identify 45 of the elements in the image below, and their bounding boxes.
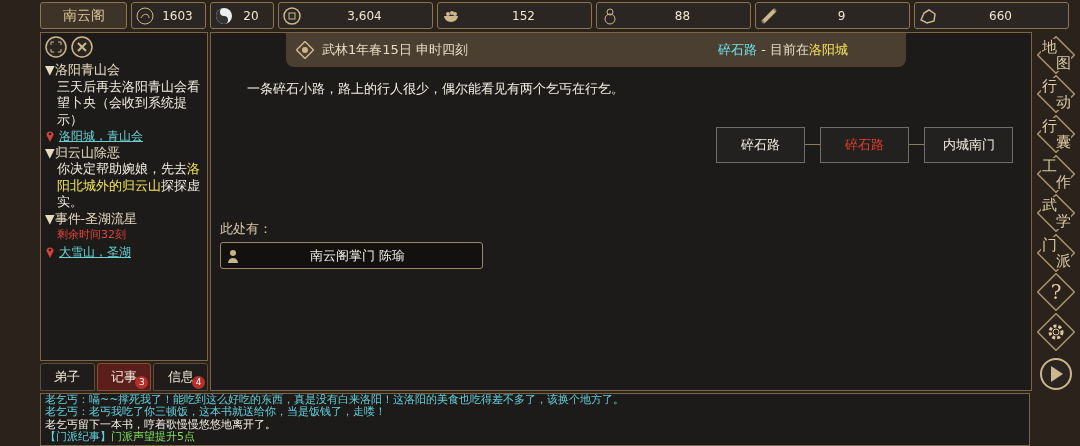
pin-icon [45,129,55,144]
log-line: 老乞丐留下一本书，哼着歌慢慢悠悠地离开了。 [45,418,277,431]
quest-title[interactable]: ▼归云山除恶 [45,144,207,161]
stat-value: 9 [836,7,847,25]
location-link[interactable]: 大雪山，圣湖 [59,243,131,260]
location-text: 碎石路 - 目前在洛阳城 [718,41,848,60]
npc-name: 南云阁掌门 陈瑜 [308,246,407,265]
person-icon [227,248,239,263]
npc-button[interactable]: 南云阁掌门 陈瑜 [220,242,483,269]
scroll-icon [760,6,778,25]
map-node[interactable]: 内城南门 [924,126,1013,163]
time-remaining: 剩余时间32刻 [56,227,127,243]
stat-value: 152 [511,7,536,25]
expand-icon[interactable] [45,36,67,58]
log-line: 【门派纪事】门派声望提升5点 [45,430,195,444]
ore-icon [919,6,937,25]
stat-value: 88 [673,7,692,25]
diamond-frame [1037,273,1075,312]
log-line: 老乞丐：嗝~~撑死我了！能吃到这么好吃的东西，真是没有白来洛阳！这洛阳的美食也吃得差不多了，该换个地方了。 [45,394,626,406]
settings-icon[interactable] [1037,313,1075,352]
gourd-icon [601,6,619,25]
coin-icon [283,6,301,25]
quest-title[interactable]: ▼洛阳青山会 [45,62,207,79]
play-icon[interactable] [1039,357,1073,392]
stat-value: 3,604 [346,7,383,25]
quest-description: 三天后再去洛阳青山会看望卜央（会收到系统提示） [56,78,201,128]
compass-icon [296,41,314,59]
stat-value: 1603 [161,7,194,25]
location-link[interactable]: 洛阳城，青山会 [59,128,143,145]
quest-title[interactable]: ▼事件-圣湖流星 [45,210,207,227]
quest-description: 你决定帮助婉娘，先去洛阳北城外的归云山探探虚实。 [56,161,201,211]
section-label: 此处有： [220,219,273,238]
swirl-icon [136,6,154,25]
close-icon[interactable] [71,36,93,58]
log-line: 老乞丐：老丐我吃了你三顿饭，这本书就送给你，当是饭钱了，走喽！ [45,406,387,419]
map-node[interactable]: 碎石路 [820,126,909,163]
date-text: 武林1年春15日 申时四刻 [322,41,468,60]
stat-value: 660 [988,7,1013,25]
stat-value: 20 [242,7,260,25]
map-node[interactable]: 碎石路 [716,126,805,163]
scene-description: 一条碎石小路，路上的行人很少，偶尔能看见有两个乞丐在行乞。 [247,80,625,98]
yin-yang-icon [215,6,233,25]
count-badge: 4 [192,376,205,389]
sect-name: 南云阁 [40,2,127,29]
tab[interactable]: 弟子 [40,363,95,391]
